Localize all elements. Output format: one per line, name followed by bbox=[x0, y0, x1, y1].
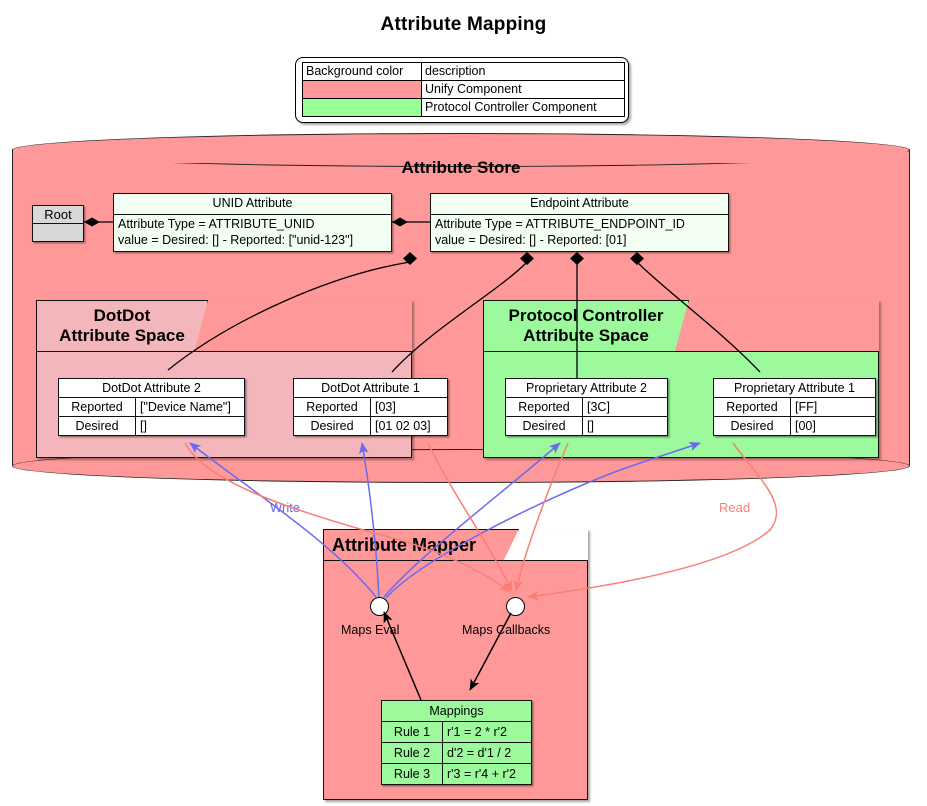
attribute-store-title: Attribute Store bbox=[401, 158, 521, 177]
legend-header-color: Background color bbox=[302, 62, 422, 81]
table-row: Mappings bbox=[381, 700, 532, 722]
dotdot-attribute-1-desired-value: [01 02 03] bbox=[370, 416, 448, 436]
rule-1-expression: r'1 = 2 * r'2 bbox=[442, 721, 532, 743]
maps-callbacks-label: Maps Callbacks bbox=[462, 623, 551, 637]
write-edge-label: Write bbox=[270, 500, 301, 515]
rule-3-expression: r'3 = r'4 + r'2 bbox=[442, 763, 532, 785]
unid-attribute-type: Attribute Type = ATTRIBUTE_UNID bbox=[118, 217, 315, 231]
endpoint-attribute-body: Attribute Type = ATTRIBUTE_ENDPOINT_ID v… bbox=[431, 215, 728, 251]
legend-row-unify: Unify Component bbox=[302, 80, 625, 99]
page-title: Attribute Mapping bbox=[380, 14, 547, 35]
attribute-mapper-tab: Attribute Mapper bbox=[323, 529, 519, 561]
table-row: Desired [01 02 03] bbox=[293, 416, 448, 436]
dotdot-attribute-2-reported-value: ["Device Name"] bbox=[135, 397, 245, 417]
legend-row-protocol-controller: Protocol Controller Component bbox=[302, 98, 625, 117]
proprietary-attribute-2-table[interactable]: Proprietary Attribute 2 Reported [3C] De… bbox=[505, 378, 668, 436]
unid-attribute-title: UNID Attribute bbox=[114, 194, 391, 215]
table-row: Reported [3C] bbox=[505, 397, 668, 417]
table-row: DotDot Attribute 1 bbox=[293, 378, 448, 398]
root-body bbox=[33, 224, 83, 241]
mappings-title: Mappings bbox=[381, 700, 532, 722]
table-row: Proprietary Attribute 2 bbox=[505, 378, 668, 398]
legend-label-unify: Unify Component bbox=[421, 80, 625, 99]
maps-eval-port[interactable] bbox=[370, 597, 389, 616]
pc-space-title-line1: Protocol Controller bbox=[508, 306, 664, 325]
root-label: Root bbox=[33, 206, 83, 224]
unid-attribute-body: Attribute Type = ATTRIBUTE_UNID value = … bbox=[114, 215, 391, 251]
rule-2-name: Rule 2 bbox=[381, 742, 443, 764]
dotdot-attribute-2-reported-key: Reported bbox=[58, 397, 136, 417]
dotdot-attribute-1-reported-key: Reported bbox=[293, 397, 371, 417]
table-row: Reported ["Device Name"] bbox=[58, 397, 245, 417]
rule-1-name: Rule 1 bbox=[381, 721, 443, 743]
pc-space-title-line2: Attribute Space bbox=[523, 326, 649, 345]
dotdot-attribute-2-title: DotDot Attribute 2 bbox=[58, 378, 245, 398]
pc-space-tab: Protocol Controller Attribute Space bbox=[483, 300, 689, 352]
table-row: Rule 2 d'2 = d'1 / 2 bbox=[381, 742, 532, 764]
legend-swatch-unify bbox=[302, 80, 422, 99]
unid-attribute-value: value = Desired: [] - Reported: ["unid-1… bbox=[118, 232, 354, 247]
dotdot-attribute-2-table[interactable]: DotDot Attribute 2 Reported ["Device Nam… bbox=[58, 378, 245, 436]
table-row: Proprietary Attribute 1 bbox=[713, 378, 876, 398]
table-row: Desired [] bbox=[505, 416, 668, 436]
proprietary-attribute-1-title: Proprietary Attribute 1 bbox=[713, 378, 876, 398]
table-row: Desired [] bbox=[58, 416, 245, 436]
dotdot-attribute-2-desired-key: Desired bbox=[58, 416, 136, 436]
table-row: Desired [00] bbox=[713, 416, 876, 436]
legend-label-protocol-controller: Protocol Controller Component bbox=[421, 98, 625, 117]
read-edge-label: Read bbox=[719, 500, 751, 515]
proprietary-attribute-2-desired-value: [] bbox=[582, 416, 668, 436]
table-row: Reported [03] bbox=[293, 397, 448, 417]
dotdot-attribute-1-table[interactable]: DotDot Attribute 1 Reported [03] Desired… bbox=[293, 378, 448, 436]
proprietary-attribute-1-desired-key: Desired bbox=[713, 416, 791, 436]
maps-callbacks-port[interactable] bbox=[506, 597, 525, 616]
table-row: Rule 3 r'3 = r'4 + r'2 bbox=[381, 763, 532, 785]
mappings-table[interactable]: Mappings Rule 1 r'1 = 2 * r'2 Rule 2 d'2… bbox=[381, 700, 532, 785]
endpoint-attribute-node[interactable]: Endpoint Attribute Attribute Type = ATTR… bbox=[430, 193, 729, 252]
dotdot-space-tab: DotDot Attribute Space bbox=[36, 300, 208, 352]
table-row: Rule 1 r'1 = 2 * r'2 bbox=[381, 721, 532, 743]
rule-3-name: Rule 3 bbox=[381, 763, 443, 785]
endpoint-attribute-value: value = Desired: [] - Reported: [01] bbox=[435, 232, 627, 247]
proprietary-attribute-1-reported-key: Reported bbox=[713, 397, 791, 417]
proprietary-attribute-1-reported-value: [FF] bbox=[790, 397, 876, 417]
root-node[interactable]: Root bbox=[32, 205, 84, 242]
dotdot-attribute-1-title: DotDot Attribute 1 bbox=[293, 378, 448, 398]
table-row: DotDot Attribute 2 bbox=[58, 378, 245, 398]
pc-space-title: Protocol Controller Attribute Space bbox=[509, 306, 664, 346]
dotdot-space-title: DotDot Attribute Space bbox=[59, 306, 185, 346]
dotdot-space-title-line1: DotDot bbox=[93, 306, 151, 325]
rule-2-expression: d'2 = d'1 / 2 bbox=[442, 742, 532, 764]
table-row: Reported [FF] bbox=[713, 397, 876, 417]
proprietary-attribute-2-reported-key: Reported bbox=[505, 397, 583, 417]
maps-eval-label: Maps Eval bbox=[341, 623, 400, 637]
legend-swatch-protocol-controller bbox=[302, 98, 422, 117]
endpoint-attribute-type: Attribute Type = ATTRIBUTE_ENDPOINT_ID bbox=[435, 217, 685, 231]
proprietary-attribute-2-title: Proprietary Attribute 2 bbox=[505, 378, 668, 398]
legend-table: Background color description Unify Compo… bbox=[302, 62, 625, 117]
dotdot-attribute-1-reported-value: [03] bbox=[370, 397, 448, 417]
legend-header-row: Background color description bbox=[302, 62, 625, 81]
proprietary-attribute-2-reported-value: [3C] bbox=[582, 397, 668, 417]
unid-attribute-node[interactable]: UNID Attribute Attribute Type = ATTRIBUT… bbox=[113, 193, 392, 252]
dotdot-attribute-1-desired-key: Desired bbox=[293, 416, 371, 436]
legend-header-description: description bbox=[421, 62, 625, 81]
proprietary-attribute-1-desired-value: [00] bbox=[790, 416, 876, 436]
dotdot-attribute-2-desired-value: [] bbox=[135, 416, 245, 436]
dotdot-space-title-line2: Attribute Space bbox=[59, 326, 185, 345]
proprietary-attribute-2-desired-key: Desired bbox=[505, 416, 583, 436]
attribute-mapper-title: Attribute Mapper bbox=[332, 535, 476, 555]
proprietary-attribute-1-table[interactable]: Proprietary Attribute 1 Reported [FF] De… bbox=[713, 378, 876, 436]
endpoint-attribute-title: Endpoint Attribute bbox=[431, 194, 728, 215]
